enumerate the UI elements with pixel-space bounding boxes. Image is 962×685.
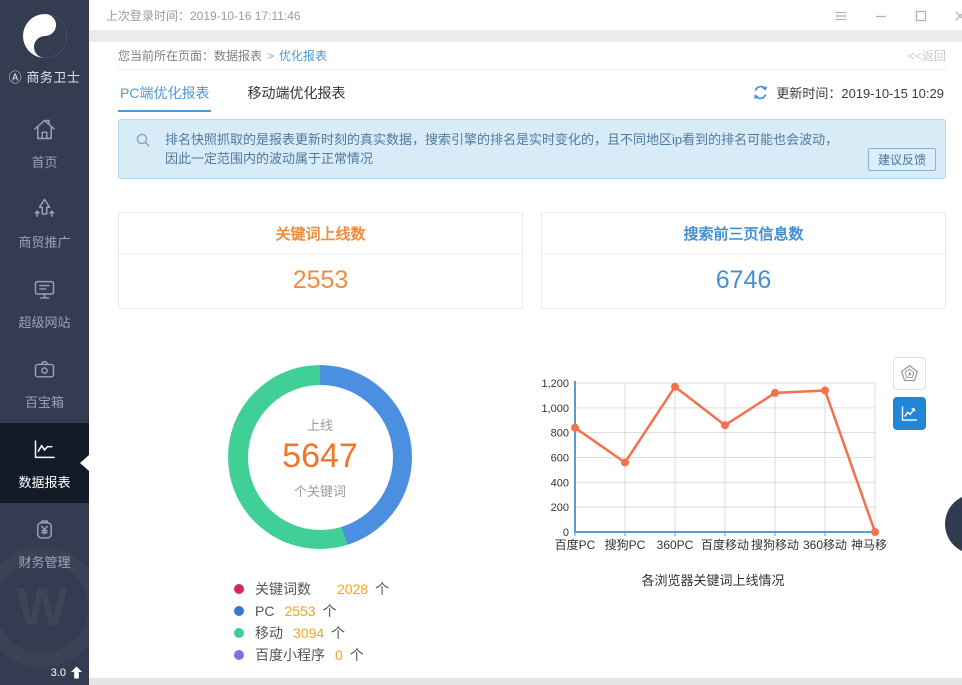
svg-text:搜狗PC: 搜狗PC: [605, 537, 646, 552]
version-label: 3.0: [51, 667, 66, 679]
update-time-label: 更新时间：2019-10-15 10:29: [776, 83, 944, 102]
svg-text:百度PC: 百度PC: [555, 537, 596, 552]
feedback-button[interactable]: 建议反馈: [868, 148, 936, 171]
legend-item-baidu-miniapp: 百度小程序 0 个: [234, 645, 389, 664]
stat-card-title: 关键词上线数: [119, 213, 522, 254]
summary-legend: 关键词数 2028 个 PC 2553 个 移动 3094 个: [234, 579, 389, 667]
legend-item-mobile: 移动 3094 个: [234, 623, 389, 642]
legend-dot: [234, 650, 244, 660]
svg-text:400: 400: [551, 477, 569, 489]
legend-dot: [234, 606, 244, 616]
titlebar: 上次登录时间：2019-10-16 17:11:46: [89, 0, 962, 31]
notice-text: 排名快照抓取的是报表更新时刻的真实数据，搜索引擎的排名是实时变化的，且不同地区i…: [165, 132, 838, 166]
sidebar-item-reports[interactable]: 数据报表: [0, 423, 89, 503]
line-chart-icon: [899, 403, 920, 424]
brand-badge-icon: Ⓐ: [9, 70, 23, 85]
sidebar-item-website[interactable]: 超级网站: [0, 263, 89, 343]
promotion-icon: [31, 196, 58, 223]
legend-dot: [234, 584, 244, 594]
svg-text:百度移动: 百度移动: [701, 537, 749, 552]
sidebar-item-promotion[interactable]: 商贸推广: [0, 183, 89, 263]
charts-section: 上线 5647 个关键词 关键词数 2028 个 PC 2553 个: [118, 355, 946, 677]
tab-pc-report[interactable]: PC端优化报表: [118, 73, 211, 112]
svg-text:w: w: [46, 21, 55, 32]
svg-text:800: 800: [551, 428, 569, 440]
legend-item-keywords: 关键词数 2028 个: [234, 579, 389, 598]
footer-strip: [89, 678, 962, 685]
update-time: 更新时间：2019-10-15 10:29: [752, 83, 944, 102]
stat-cards: 关键词上线数 2553 搜索前三页信息数 6746: [118, 212, 946, 309]
refresh-icon[interactable]: [752, 84, 769, 101]
report-chart-icon: [31, 436, 58, 463]
home-icon: [31, 116, 58, 143]
maximize-icon[interactable]: [912, 7, 930, 25]
website-icon: [31, 276, 58, 303]
sidebar-item-toolbox[interactable]: 百宝箱: [0, 343, 89, 423]
line-chart-caption: 各浏览器关键词上线情况: [538, 570, 888, 589]
search-icon: [135, 132, 152, 149]
donut-chart: 上线 5647 个关键词: [228, 365, 412, 549]
svg-text:神马移动: 神马移动: [851, 538, 888, 552]
notice-banner: 排名快照抓取的是报表更新时刻的真实数据，搜索引擎的排名是实时变化的，且不同地区i…: [118, 119, 946, 179]
back-link[interactable]: <<返回: [908, 47, 946, 64]
svg-text:200: 200: [551, 502, 569, 514]
close-icon[interactable]: [951, 7, 962, 25]
breadcrumb-section: 数据报表: [214, 47, 262, 64]
breadcrumb-current: 优化报表: [279, 47, 327, 64]
svg-text:搜狗移动: 搜狗移动: [751, 537, 799, 552]
donut-center-bottom-label: 个关键词: [294, 481, 346, 500]
breadcrumb: 您当前所在页面：数据报表 > 优化报表 <<返回: [118, 42, 946, 70]
radar-chart-button[interactable]: [893, 357, 926, 390]
sidebar: w Ⓐ 商务卫士 首页 商贸推广: [0, 0, 89, 685]
header-divider-band: [89, 31, 962, 42]
menu-icon[interactable]: [832, 7, 850, 25]
last-login-text: 上次登录时间：2019-10-16 17:11:46: [106, 7, 301, 24]
stat-card-value: 2553: [119, 254, 522, 308]
finance-icon: [31, 516, 58, 543]
svg-text:360PC: 360PC: [657, 538, 694, 552]
app-window: w Ⓐ 商务卫士 首页 商贸推广: [0, 0, 962, 685]
stat-card-top3-info: 搜索前三页信息数 6746: [541, 212, 946, 309]
brand-name: Ⓐ 商务卫士: [0, 67, 89, 86]
sidebar-nav: 首页 商贸推广 超级网站 百宝箱: [0, 103, 89, 583]
donut-center-top-label: 上线: [307, 415, 333, 434]
minimize-icon[interactable]: [872, 7, 890, 25]
main-content: 您当前所在页面：数据报表 > 优化报表 <<返回 PC端优化报表 移动端优化报表…: [89, 42, 962, 678]
svg-text:1,200: 1,200: [541, 378, 569, 390]
legend-dot: [234, 628, 244, 638]
svg-text:1,000: 1,000: [541, 403, 569, 415]
donut-center: 上线 5647 个关键词: [248, 385, 393, 530]
stat-card-title: 搜索前三页信息数: [542, 213, 945, 254]
tab-mobile-report[interactable]: 移动端优化报表: [245, 73, 347, 112]
toolbox-icon: [31, 356, 58, 383]
svg-text:600: 600: [551, 453, 569, 465]
app-logo-icon: w: [21, 12, 69, 60]
upgrade-arrow-icon: [70, 666, 83, 679]
stat-card-value: 6746: [542, 254, 945, 308]
report-tabs: PC端优化报表 移动端优化报表 更新时间：2019-10-15 10:29: [118, 70, 946, 112]
line-chart: 02004006008001,0001,200百度PC搜狗PC360PC百度移动…: [538, 363, 888, 558]
line-chart-button[interactable]: [893, 397, 926, 430]
breadcrumb-prefix: 您当前所在页面：: [118, 47, 214, 64]
legend-item-pc: PC 2553 个: [234, 601, 389, 620]
radar-chart-icon: [899, 363, 920, 384]
active-item-notch: [80, 455, 89, 471]
svg-text:360移动: 360移动: [803, 538, 847, 552]
stat-card-keywords-online: 关键词上线数 2553: [118, 212, 523, 309]
donut-center-value: 5647: [282, 437, 358, 476]
version-indicator[interactable]: 3.0: [51, 666, 83, 679]
breadcrumb-separator: >: [267, 49, 274, 63]
sidebar-item-home[interactable]: 首页: [0, 103, 89, 183]
